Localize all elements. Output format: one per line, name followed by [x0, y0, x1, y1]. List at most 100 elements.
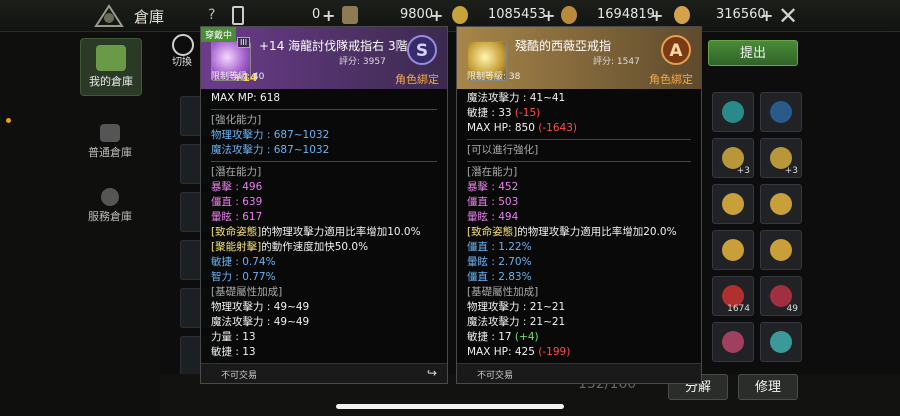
tooltip-header: 殘酷的西薇亞戒指 評分: 1547 A 限制等級: 38 角色綁定: [457, 27, 701, 89]
gem-currency-icon: [674, 6, 690, 24]
tier-badge: III: [237, 37, 251, 48]
inventory-slot[interactable]: [712, 230, 754, 270]
stat-text: 物理攻擊力 : 21~21: [467, 301, 566, 313]
notification-dot: [6, 118, 11, 123]
stat-text: MAX MP: 618: [211, 92, 281, 104]
stat-line: [潛在能力]: [467, 165, 691, 180]
tooltip-footer: 不可交易 ↪: [201, 363, 447, 383]
item-count: +3: [736, 166, 750, 176]
add-resource-button[interactable]: +: [542, 6, 555, 25]
inventory-slot[interactable]: [760, 184, 802, 224]
item-tooltip-equipped: 穿戴中 III +14 +14 海龍討伐隊戒指右 3階 評分: 3957 S 限…: [200, 26, 448, 384]
close-icon[interactable]: ✕: [778, 2, 798, 30]
pendant-icon: [722, 101, 744, 123]
stat-text: [致命姿態]: [211, 226, 262, 238]
resource-value: 9800: [400, 7, 434, 22]
stat-text: 僵直 : 639: [211, 196, 263, 208]
inventory-slot[interactable]: [712, 92, 754, 132]
sidebar-item-label: 服務倉庫: [88, 210, 132, 223]
separator: [467, 139, 691, 140]
stat-line: 魔法攻擊力 : 41~41: [467, 91, 691, 106]
stat-line: 暈眩 : 617: [211, 210, 437, 225]
separator: [467, 161, 691, 162]
stat-line: 魔法攻擊力 : 687~1032: [211, 143, 437, 158]
help-button[interactable]: ?: [208, 7, 215, 23]
stat-line: MAX MP: 618: [211, 91, 437, 106]
stat-text: 力量 : 13: [211, 331, 256, 343]
stat-text: 僵直 : 503: [467, 196, 519, 208]
heart-icon: [722, 331, 744, 353]
stat-text: [基礎屬性加成]: [467, 286, 539, 298]
stat-text: [聚能射擊]: [211, 241, 262, 253]
sidebar-item-service-storage[interactable]: 服務倉庫: [78, 188, 142, 224]
item-score: 評分: 1547: [593, 57, 640, 67]
home-indicator[interactable]: [336, 404, 564, 409]
add-resource-button[interactable]: +: [650, 6, 663, 25]
item-name: +14 海龍討伐隊戒指右 3階: [259, 39, 408, 53]
stat-text: 敏捷 : 13: [211, 346, 256, 358]
stat-line: 物理攻擊力 : 21~21: [467, 300, 691, 315]
stat-text: 物理攻擊力 : 687~1032: [211, 129, 330, 141]
inventory-slot[interactable]: [712, 184, 754, 224]
ring-icon: [770, 193, 792, 215]
inventory-slot[interactable]: [760, 322, 802, 362]
stats-list: MAX MP: 618 [強化能力] 物理攻擊力 : 687~1032 魔法攻擊力 :…: [211, 91, 437, 360]
add-resource-button[interactable]: +: [430, 6, 443, 25]
grade-badge: A: [661, 35, 691, 65]
stat-text: [致命姿態]: [467, 226, 518, 238]
share-icon[interactable]: ↪: [427, 366, 437, 380]
stat-line: 智力 : 0.77%: [211, 270, 437, 285]
inventory-slot[interactable]: +3: [712, 138, 754, 178]
inventory-slot[interactable]: [760, 230, 802, 270]
sidebar-item-label: 我的倉庫: [89, 75, 133, 88]
stat-text: 暴擊 : 496: [211, 181, 263, 193]
stat-line: 敏捷 : 17 (+4): [467, 330, 691, 345]
stat-line: 僵直 : 1.22%: [467, 240, 691, 255]
stat-text: 僵直 : 2.83%: [467, 271, 532, 283]
inventory-slot[interactable]: 49: [760, 276, 802, 316]
stat-line: 魔法攻擊力 : 21~21: [467, 315, 691, 330]
grade-badge: S: [407, 35, 437, 65]
stat-text: 暈眩 : 617: [211, 211, 263, 223]
stat-line: 敏捷 : 0.74%: [211, 255, 437, 270]
crate-icon: [96, 45, 126, 71]
stat-text: 暴擊 : 452: [467, 181, 519, 193]
gold-coin-icon: [561, 6, 577, 24]
inventory-slot[interactable]: +3: [760, 138, 802, 178]
bind-status: 角色綁定: [649, 73, 693, 86]
emblem-icon: [94, 4, 124, 27]
add-resource-button[interactable]: +: [322, 6, 335, 25]
stat-text: [潛在能力]: [467, 166, 518, 178]
trade-status: 不可交易: [221, 371, 258, 381]
stat-text: [強化能力]: [211, 114, 262, 126]
bind-status: 角色綁定: [395, 73, 439, 86]
inventory-slot[interactable]: 1674: [712, 276, 754, 316]
resource-value: 1085453: [488, 7, 546, 22]
stat-text: MAX HP: 850: [467, 122, 539, 134]
stat-text: 暈眩 : 2.70%: [467, 256, 532, 268]
stat-text-suffix: 的物理攻擊力適用比率增加10.0%: [261, 226, 421, 238]
stat-line: MAX HP: 850 (-1643): [467, 121, 691, 136]
stat-text: 物理攻擊力 : 49~49: [211, 301, 310, 313]
add-resource-button[interactable]: +: [760, 6, 773, 25]
inventory-slot[interactable]: [760, 92, 802, 132]
item-count: +3: [784, 166, 798, 176]
stat-line: 力量 : 13: [211, 330, 437, 345]
item-name: 殘酷的西薇亞戒指: [515, 39, 612, 53]
item-count: 1674: [727, 304, 750, 314]
withdraw-button[interactable]: 提出: [708, 40, 798, 66]
phone-icon[interactable]: [232, 6, 244, 25]
repair-button[interactable]: 修理: [738, 374, 798, 400]
stat-text: 魔法攻擊力 : 49~49: [211, 316, 310, 328]
sidebar-item-my-storage[interactable]: 我的倉庫: [80, 38, 142, 96]
heart-icon: [770, 331, 792, 353]
inventory-slot[interactable]: [712, 322, 754, 362]
sidebar-item-normal-storage[interactable]: 普通倉庫: [78, 124, 142, 160]
stat-line: [強化能力]: [211, 113, 437, 128]
stat-text: 僵直 : 1.22%: [467, 241, 532, 253]
page-title: 倉庫: [134, 8, 165, 26]
trade-status: 不可交易: [477, 371, 514, 381]
stat-line: [致命姿態]的物理攻擊力適用比率增加20.0%: [467, 225, 691, 240]
stat-line: [基礎屬性加成]: [467, 285, 691, 300]
stat-text: MAX HP: 425: [467, 346, 539, 358]
